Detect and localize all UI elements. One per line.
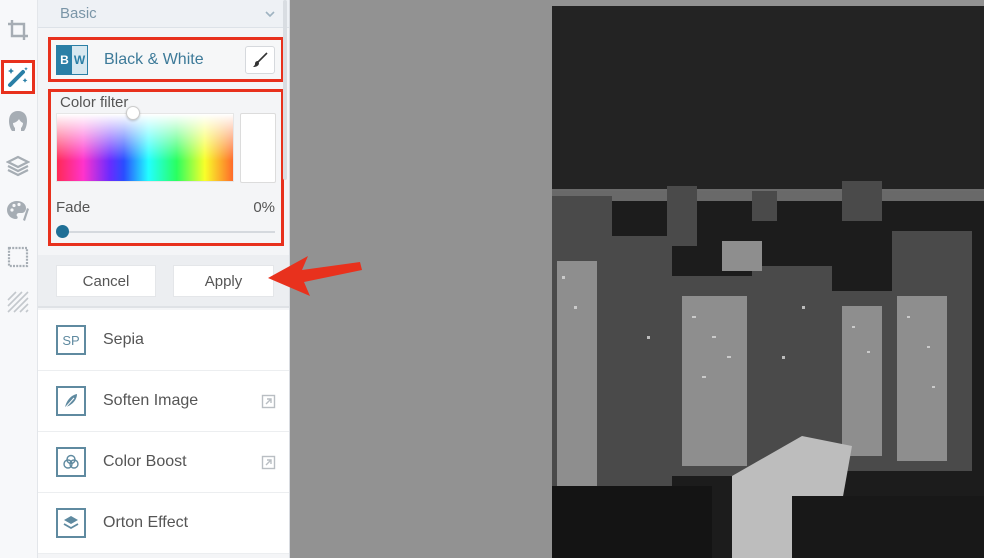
premium-icon — [261, 394, 276, 408]
section-dropdown-basic[interactable]: Basic — [38, 0, 289, 28]
cancel-button[interactable]: Cancel — [56, 265, 156, 297]
fade-slider-thumb[interactable] — [56, 225, 69, 238]
touchup-tool-button[interactable] — [3, 106, 33, 136]
section-title: Basic — [60, 5, 97, 22]
chevron-down-icon — [265, 10, 275, 17]
effect-item-sepia[interactable]: SP Sepia — [38, 310, 289, 371]
paint-tool-button[interactable] — [3, 196, 33, 226]
black-white-label: Black & White — [104, 50, 204, 68]
face-icon — [9, 111, 27, 131]
color-picker-handle[interactable] — [126, 106, 140, 120]
tool-rail — [0, 0, 38, 558]
fade-value: 0% — [253, 199, 275, 216]
crop-tool-button[interactable] — [3, 15, 33, 45]
effects-panel: Basic B W Black & White Color filter Fad… — [38, 0, 290, 558]
brush-icon — [253, 51, 268, 67]
effect-label: Soften Image — [103, 392, 199, 409]
brush-button[interactable] — [245, 45, 275, 74]
color-filter-label: Color filter — [60, 94, 129, 111]
color-boost-icon — [56, 447, 86, 477]
effect-label: Color Boost — [103, 453, 187, 470]
color-filter-settings: Color filter Fade 0% — [48, 89, 284, 246]
sepia-icon: SP — [56, 325, 86, 355]
panel-scrollbar[interactable] — [283, 0, 287, 180]
effect-label: Orton Effect — [103, 514, 189, 531]
fade-slider-track[interactable] — [63, 231, 275, 233]
color-spectrum-picker[interactable] — [56, 113, 234, 182]
layers-tool-button[interactable] — [3, 151, 33, 181]
badge-letter-w: W — [72, 45, 87, 74]
canvas-area — [291, 0, 984, 558]
premium-icon — [261, 455, 276, 469]
layers-icon — [6, 155, 30, 177]
badge-letter-b: B — [57, 45, 72, 74]
apply-button[interactable]: Apply — [173, 265, 274, 297]
texture-icon — [7, 291, 29, 313]
annotation-arrow-icon — [268, 256, 362, 296]
city-night-photo — [552, 6, 984, 558]
black-white-badge-icon: B W — [56, 44, 88, 75]
effect-item-soften-image[interactable]: Soften Image — [38, 371, 289, 432]
effect-label: Sepia — [103, 331, 144, 348]
photo-preview — [552, 6, 984, 558]
effect-item-orton-effect[interactable]: Orton Effect — [38, 493, 289, 554]
orton-icon — [56, 508, 86, 538]
feather-icon — [56, 386, 86, 416]
crop-icon — [8, 20, 28, 40]
selected-color-swatch — [240, 113, 276, 183]
frame-icon — [7, 246, 29, 268]
magic-wand-icon — [8, 67, 28, 87]
palette-icon — [7, 201, 29, 221]
black-white-effect-row[interactable]: B W Black & White — [48, 37, 284, 82]
action-buttons: Cancel Apply — [38, 255, 289, 308]
textures-tool-button[interactable] — [3, 287, 33, 317]
effect-item-color-boost[interactable]: Color Boost — [38, 432, 289, 493]
frames-tool-button[interactable] — [3, 242, 33, 272]
effects-tool-button[interactable] — [1, 60, 35, 94]
fade-label: Fade — [56, 199, 91, 216]
